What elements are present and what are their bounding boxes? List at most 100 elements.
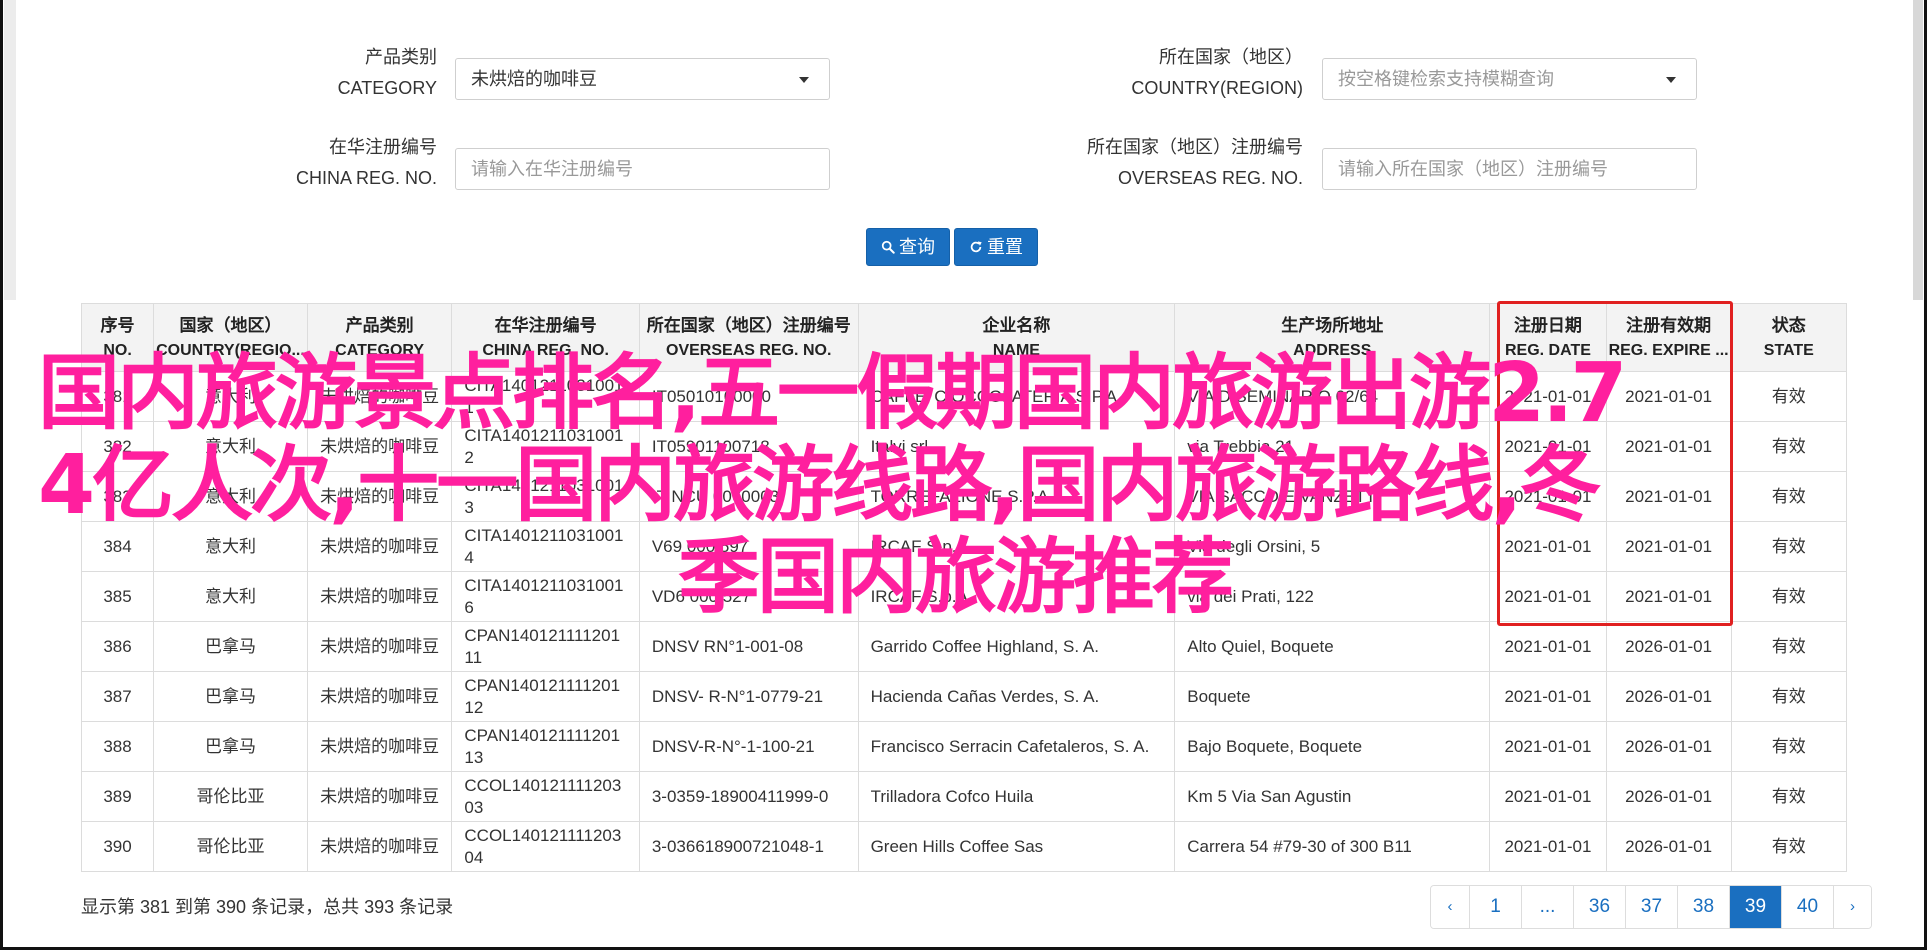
overseas-reg-cell: 3-0359-18900411999-0 — [638, 771, 859, 822]
state-cell: 有效 — [1730, 771, 1848, 822]
left-scroll-strip — [4, 0, 16, 300]
reg-date-cell: 2021-01-01 — [1489, 721, 1607, 772]
company-name-cell: Hacienda Cañas Verdes, S. A. — [857, 671, 1176, 722]
overseas-reg-cell: DNSV RN°1-001-08 — [638, 621, 859, 672]
column-header-en: STATE — [1763, 341, 1814, 359]
column-header-zh: 生产场所地址 — [1281, 315, 1384, 335]
reg-date-cell: 2021-01-01 — [1489, 671, 1607, 722]
page-button[interactable]: 39 — [1729, 886, 1781, 928]
column-header-zh: 企业名称 — [982, 315, 1051, 335]
overseas-reg-placeholder: 请输入所在国家（地区）注册编号 — [1338, 159, 1608, 179]
table-row[interactable]: 389 哥伦比亚 未烘焙的咖啡豆 CCOL14012111120303 3-0359-1… — [80, 771, 1848, 822]
china-reg-input[interactable]: 请输入在华注册编号 — [455, 148, 830, 190]
table-row[interactable]: 388 巴拿马 未烘焙的咖啡豆 CPAN14012111120113 DNSV-R-N°… — [80, 721, 1848, 772]
address-cell: Km 5 Via San Agustin — [1174, 771, 1491, 822]
search-icon — [881, 240, 895, 254]
overseas-reg-label: 所在国家（地区）注册编号 OVERSEAS REG. NO. — [1023, 132, 1303, 194]
category-select-value: 未烘焙的咖啡豆 — [471, 69, 597, 89]
state-cell: 有效 — [1730, 821, 1848, 872]
expire-date-cell: 2026-01-01 — [1605, 821, 1732, 872]
overseas-reg-input[interactable]: 请输入所在国家（地区）注册编号 — [1322, 148, 1697, 190]
column-header-zh: 国家（地区） — [179, 315, 282, 335]
overseas-reg-cell: 3-036618900721048-1 — [638, 821, 859, 872]
reset-button-label: 重置 — [987, 237, 1023, 257]
china-reg-cell: CPAN14012111120113 — [451, 721, 640, 772]
address-cell: Alto Quiel, Boquete — [1174, 621, 1491, 672]
company-name-cell: Green Hills Coffee Sas — [857, 821, 1176, 872]
pagination-summary: 显示第 381 到第 390 条记录，总共 393 条记录 — [81, 897, 454, 917]
country-cell: 巴拿马 — [153, 621, 308, 672]
row-number: 386 — [80, 621, 155, 672]
company-name-cell: Trilladora Cofco Huila — [857, 771, 1176, 822]
search-button[interactable]: 查询 — [866, 228, 950, 266]
expire-date-cell: 2026-01-01 — [1605, 721, 1732, 772]
pagination: ‹ 1... 36 37 38 39 40 › — [1430, 885, 1872, 929]
category-cell: 未烘焙的咖啡豆 — [306, 821, 453, 872]
table-row[interactable]: 387 巴拿马 未烘焙的咖啡豆 CPAN14012111120112 DNSV- R-N… — [80, 671, 1848, 722]
table-row[interactable]: 390 哥伦比亚 未烘焙的咖啡豆 CCOL14012111120304 3-036618… — [80, 821, 1848, 872]
state-cell: 有效 — [1730, 571, 1848, 622]
country-cell: 巴拿马 — [153, 671, 308, 722]
category-label-en: CATEGORY — [337, 78, 437, 98]
column-header-zh: 所在国家（地区）注册编号 — [646, 315, 851, 335]
country-cell: 哥伦比亚 — [153, 771, 308, 822]
china-reg-cell: CCOL14012111120304 — [451, 821, 640, 872]
page-button[interactable]: 37 — [1625, 886, 1677, 928]
page-button[interactable]: 36 — [1573, 886, 1625, 928]
expire-date-cell: 2026-01-01 — [1605, 771, 1732, 822]
overseas-reg-label-en: OVERSEAS REG. NO. — [1117, 168, 1303, 188]
category-select[interactable]: 未烘焙的咖啡豆 — [455, 58, 830, 100]
category-cell: 未烘焙的咖啡豆 — [306, 671, 453, 722]
expire-date-cell: 2026-01-01 — [1605, 621, 1732, 672]
overlay-line-3: 季国内旅游推荐 — [678, 530, 1234, 625]
category-cell: 未烘焙的咖啡豆 — [306, 621, 453, 672]
address-cell: Bajo Boquete, Boquete — [1174, 721, 1491, 772]
prev-page-button[interactable]: ‹ — [1431, 886, 1469, 928]
page-button[interactable]: 1 — [1469, 886, 1521, 928]
state-cell: 有效 — [1730, 621, 1848, 672]
china-reg-cell: CPAN14012111120112 — [451, 671, 640, 722]
next-page-button[interactable]: › — [1833, 886, 1871, 928]
column-header-zh: 产品类别 — [345, 315, 414, 335]
address-cell: Carrera 54 #79-30 of 300 B11 — [1174, 821, 1491, 872]
state-cell: 有效 — [1730, 521, 1848, 572]
state-cell: 有效 — [1730, 421, 1848, 472]
address-cell: Boquete — [1174, 671, 1491, 722]
chevron-down-icon — [799, 77, 809, 83]
category-cell: 未烘焙的咖啡豆 — [306, 721, 453, 772]
column-header-zh: 序号 — [100, 315, 135, 335]
page-ellipsis: ... — [1521, 886, 1573, 928]
overlay-title: 国内旅游景点排名,五一假期国内旅游出游2.7 4亿人次,十一国内旅游线路,国内旅… — [38, 348, 1738, 624]
overlay-line-1: 国内旅游景点排名,五一假期国内旅游出游2.7 — [38, 346, 1627, 441]
overseas-reg-cell: DNSV-R-N°-1-100-21 — [638, 721, 859, 772]
state-cell: 有效 — [1730, 721, 1848, 772]
column-header-zh: 状态 — [1771, 315, 1806, 335]
company-name-cell: Garrido Coffee Highland, S. A. — [857, 621, 1176, 672]
overlay-line-2: 4亿人次,十一国内旅游线路,国内旅游路线,冬 — [38, 438, 1602, 533]
overseas-reg-label-zh: 所在国家（地区）注册编号 — [1087, 137, 1303, 157]
table-row[interactable]: 386 巴拿马 未烘焙的咖啡豆 CPAN14012111120111 DNSV RN°1… — [80, 621, 1848, 672]
reg-date-cell: 2021-01-01 — [1489, 621, 1607, 672]
china-reg-cell: CCOL14012111120303 — [451, 771, 640, 822]
column-header[interactable]: 状态 STATE — [1730, 303, 1848, 372]
row-number: 388 — [80, 721, 155, 772]
category-label: 产品类别 CATEGORY — [207, 42, 437, 104]
category-label-zh: 产品类别 — [365, 47, 437, 67]
column-header-zh: 在华注册编号 — [494, 315, 597, 335]
reset-button[interactable]: 重置 — [954, 228, 1038, 266]
page-button[interactable]: 38 — [1677, 886, 1729, 928]
row-number: 389 — [80, 771, 155, 822]
overseas-reg-cell: DNSV- R-N°1-0779-21 — [638, 671, 859, 722]
vertical-scrollbar[interactable] — [1913, 0, 1923, 300]
country-label-en: COUNTRY(REGION) — [1131, 78, 1303, 98]
china-reg-label: 在华注册编号 CHINA REG. NO. — [207, 132, 437, 194]
page-button[interactable]: 40 — [1781, 886, 1833, 928]
company-name-cell: Francisco Serracin Cafetaleros, S. A. — [857, 721, 1176, 772]
country-cell: 哥伦比亚 — [153, 821, 308, 872]
country-select-placeholder: 按空格键检索支持模糊查询 — [1338, 69, 1554, 89]
china-reg-placeholder: 请输入在华注册编号 — [471, 159, 633, 179]
expire-date-cell: 2026-01-01 — [1605, 671, 1732, 722]
country-select[interactable]: 按空格键检索支持模糊查询 — [1322, 58, 1697, 100]
row-number: 387 — [80, 671, 155, 722]
china-reg-label-zh: 在华注册编号 — [329, 137, 437, 157]
